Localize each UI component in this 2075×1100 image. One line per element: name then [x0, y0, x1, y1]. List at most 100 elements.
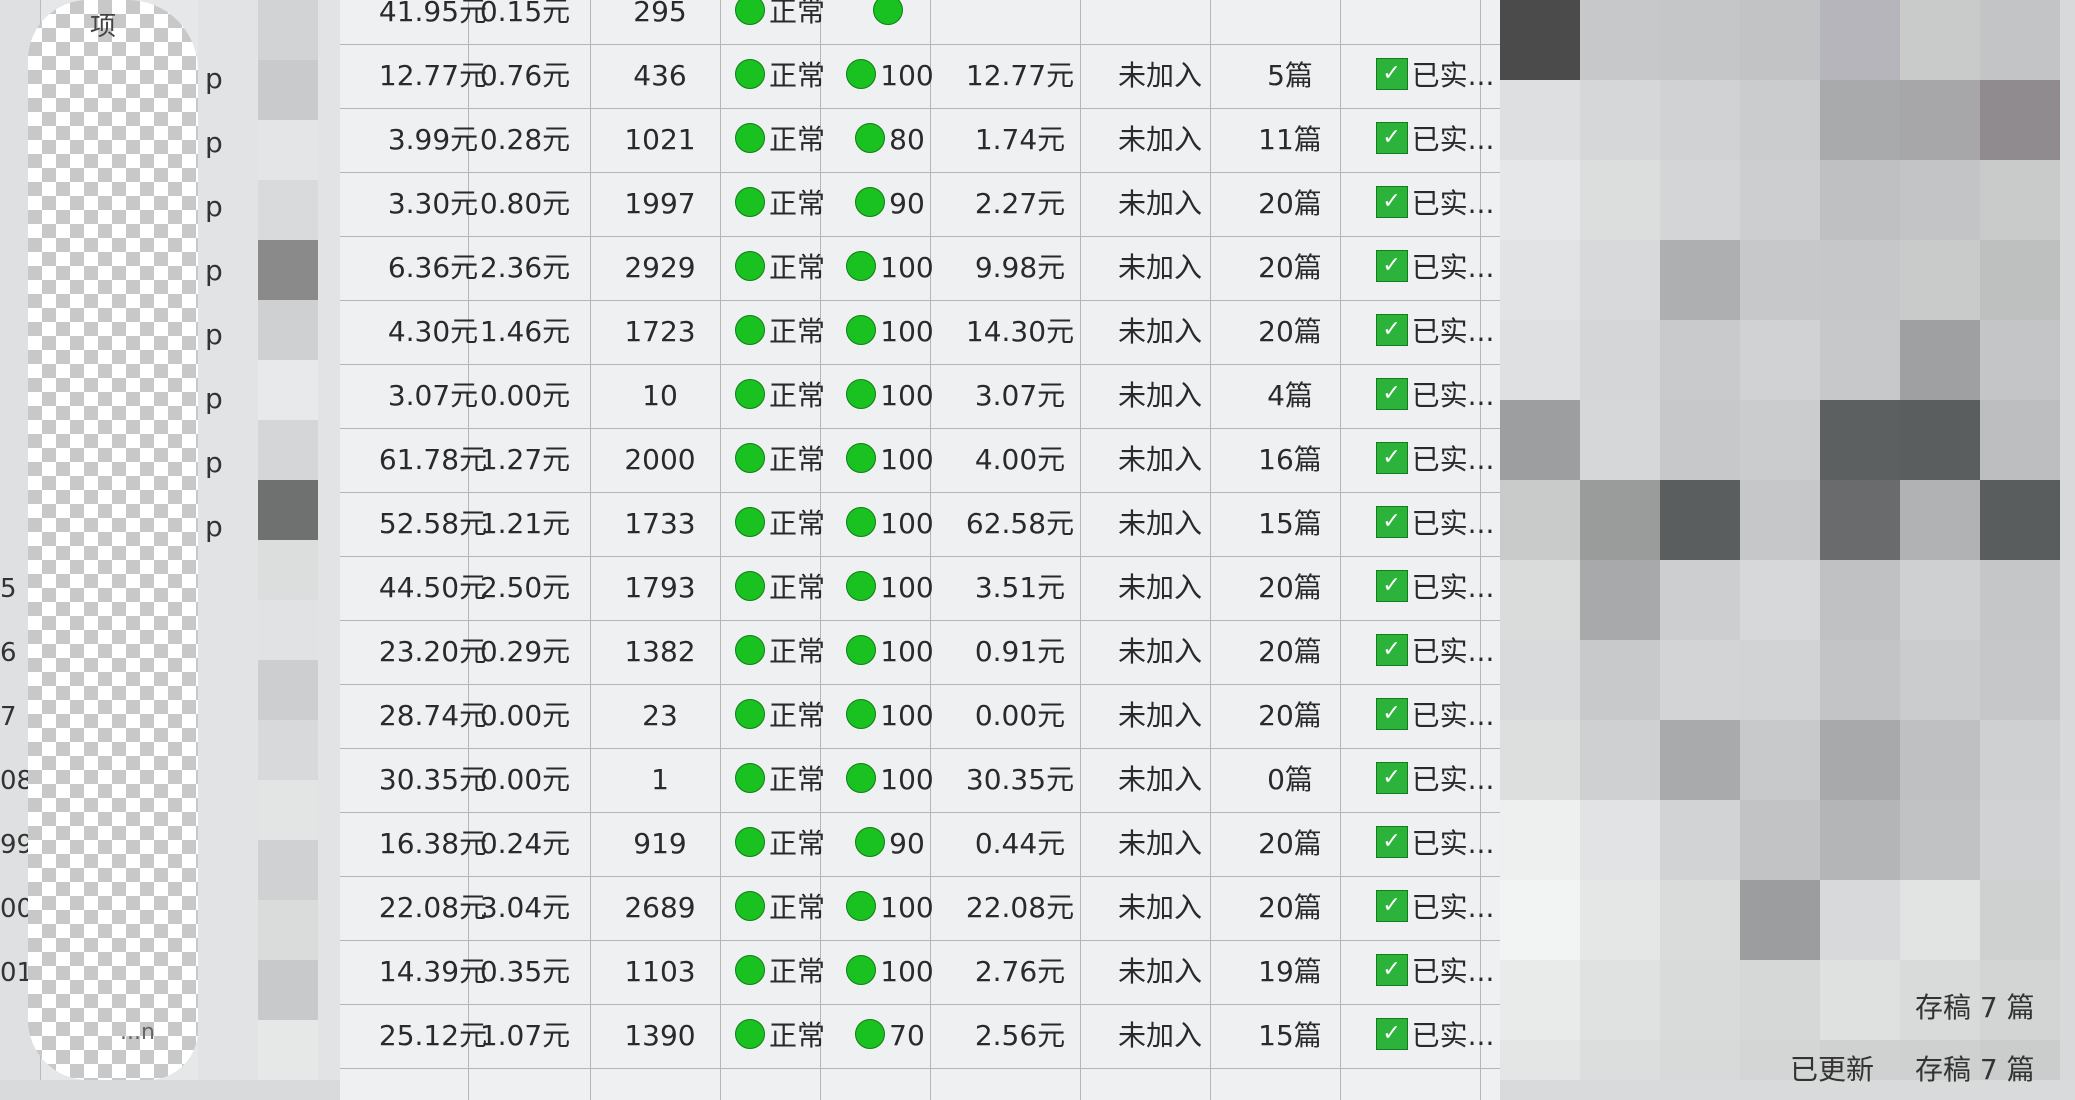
table-row[interactable]: 3.30元 0.80元 1997 正常 90 2.27元 未加入 20篇 ✓ 已实...: [340, 172, 1500, 237]
cell-c7: 5篇: [1267, 59, 1313, 92]
table-row[interactable]: 30.35元 0.00元 1 正常 100 30.35元 未加入 0篇 ✓ 已实...: [340, 748, 1500, 813]
checkbox-checked-icon[interactable]: ✓: [1375, 570, 1408, 602]
mosaic-block: [1580, 480, 1660, 560]
cell-c2: 0.35元: [479, 955, 571, 988]
table-row[interactable]: 41.95元 0.15元 295 正常: [340, 0, 1500, 45]
score-cell: 100: [830, 748, 950, 812]
cell-c3: 2929: [624, 251, 696, 284]
status-dot-icon: [734, 827, 765, 857]
checkbox-checked-icon[interactable]: ✓: [1375, 122, 1408, 154]
score-value: 100: [880, 635, 934, 668]
mosaic-block: [1500, 720, 1580, 800]
score-cell: 100: [830, 556, 950, 620]
mosaic-block: [1740, 160, 1820, 240]
table-row[interactable]: 6.36元 2.36元 2929 正常 100 9.98元 未加入 20篇 ✓ 已实...: [340, 236, 1500, 301]
verified-checkbox[interactable]: ✓ 已实...: [1370, 236, 1500, 300]
mosaic-block: [1580, 640, 1660, 720]
verified-checkbox[interactable]: ✓ 已实...: [1370, 44, 1500, 108]
checkbox-label: 已实...: [1411, 443, 1495, 476]
updated-label: 已更新: [1790, 1053, 1875, 1086]
checkbox-checked-icon[interactable]: ✓: [1375, 698, 1408, 730]
status-dot-icon: [734, 571, 765, 601]
checkbox-label: 已实...: [1411, 635, 1495, 668]
checkbox-checked-icon[interactable]: ✓: [1375, 954, 1408, 986]
checkbox-checked-icon[interactable]: ✓: [1375, 378, 1408, 410]
verified-checkbox[interactable]: ✓ 已实...: [1370, 428, 1500, 492]
cell-c5: 9.98元: [974, 251, 1066, 284]
verified-checkbox[interactable]: ✓ 已实...: [1370, 684, 1500, 748]
score-dot-icon: [846, 571, 877, 601]
data-table: 41.95元 0.15元 295 正常 12.77元 0.76元 436 正常 100 12.77…: [340, 0, 1500, 1100]
table-row[interactable]: 61.78元 1.27元 2000 正常 100 4.00元 未加入 16篇 ✓ 已实...: [340, 428, 1500, 493]
table-row[interactable]: 23.20元 0.29元 1382 正常 100 0.91元 未加入 20篇 ✓ 已实...: [340, 620, 1500, 685]
mosaic-block: [1980, 0, 2060, 80]
verified-checkbox[interactable]: [1370, 0, 1500, 44]
cell-c2: 0.00元: [479, 763, 571, 796]
checkbox-label: 已实...: [1411, 571, 1495, 604]
verified-checkbox[interactable]: ✓ 已实...: [1370, 620, 1500, 684]
mosaic-block: [1740, 880, 1820, 960]
cell-c5: 4.00元: [974, 443, 1066, 476]
mosaic-block: [258, 0, 318, 60]
checkbox-checked-icon[interactable]: ✓: [1375, 442, 1408, 474]
left-column-fragment: p: [205, 510, 223, 543]
table-row[interactable]: 22.08元 3.04元 2689 正常 100 22.08元 未加入 20篇 ✓ 已实...: [340, 876, 1500, 941]
cell-c6: 未加入: [1117, 187, 1202, 220]
table-row[interactable]: 12.77元 0.76元 436 正常 100 12.77元 未加入 5篇 ✓ 已实...: [340, 44, 1500, 109]
table-row[interactable]: 3.07元 0.00元 10 正常 100 3.07元 未加入 4篇 ✓ 已实...: [340, 364, 1500, 429]
left-column-fragment: p: [205, 382, 223, 415]
mosaic-block: [258, 480, 318, 540]
checkbox-checked-icon[interactable]: ✓: [1375, 314, 1408, 346]
verified-checkbox[interactable]: ✓ 已实...: [1370, 876, 1500, 940]
verified-checkbox[interactable]: ✓ 已实...: [1370, 556, 1500, 620]
score-cell: 100: [830, 364, 950, 428]
status-label: 正常: [768, 123, 825, 156]
cell-c6: 未加入: [1117, 955, 1202, 988]
checkbox-label: 已实...: [1411, 955, 1495, 988]
checkbox-checked-icon[interactable]: ✓: [1375, 634, 1408, 666]
table-row[interactable]: 16.38元 0.24元 919 正常 90 0.44元 未加入 20篇 ✓ 已实...: [340, 812, 1500, 877]
mosaic-block: [1980, 320, 2060, 400]
cell-c2: 3.04元: [479, 891, 571, 924]
table-row[interactable]: 44.50元 2.50元 1793 正常 100 3.51元 未加入 20篇 ✓ 已实...: [340, 556, 1500, 621]
cell-c3: 919: [633, 827, 687, 860]
status-cell: 正常: [720, 748, 840, 812]
mosaic-block: [1580, 80, 1660, 160]
mosaic-block: [1980, 80, 2060, 160]
score-dot-icon: [846, 955, 877, 985]
verified-checkbox[interactable]: ✓ 已实...: [1370, 940, 1500, 1004]
checkbox-checked-icon[interactable]: ✓: [1375, 1018, 1408, 1050]
score-value: 100: [880, 379, 934, 412]
checkbox-checked-icon[interactable]: ✓: [1375, 58, 1408, 90]
table-row[interactable]: 52.58元 1.21元 1733 正常 100 62.58元 未加入 15篇 ✓ 已实...: [340, 492, 1500, 557]
checkbox-checked-icon[interactable]: ✓: [1375, 890, 1408, 922]
score-dot-icon: [855, 827, 886, 857]
status-label: 正常: [768, 827, 825, 860]
verified-checkbox[interactable]: ✓ 已实...: [1370, 108, 1500, 172]
checkbox-checked-icon[interactable]: ✓: [1375, 186, 1408, 218]
table-row[interactable]: 28.74元 0.00元 23 正常 100 0.00元 未加入 20篇 ✓ 已实...: [340, 684, 1500, 749]
verified-checkbox[interactable]: ✓ 已实...: [1370, 1004, 1500, 1068]
verified-checkbox[interactable]: ✓ 已实...: [1370, 748, 1500, 812]
verified-checkbox[interactable]: ✓ 已实...: [1370, 172, 1500, 236]
left-column-fragment: p: [205, 126, 223, 159]
checkbox-checked-icon[interactable]: ✓: [1375, 506, 1408, 538]
mosaic-block: [1900, 400, 1980, 480]
checkbox-checked-icon[interactable]: ✓: [1375, 826, 1408, 858]
table-row[interactable]: 4.30元 1.46元 1723 正常 100 14.30元 未加入 20篇 ✓ 已实...: [340, 300, 1500, 365]
cell-c2: 0.28元: [479, 123, 571, 156]
status-dot-icon: [734, 251, 765, 281]
score-value: 100: [880, 443, 934, 476]
score-dot-icon: [846, 59, 877, 89]
table-row[interactable]: 14.39元 0.35元 1103 正常 100 2.76元 未加入 19篇 ✓ 已实...: [340, 940, 1500, 1005]
verified-checkbox[interactable]: ✓ 已实...: [1370, 300, 1500, 364]
verified-checkbox[interactable]: ✓ 已实...: [1370, 364, 1500, 428]
table-row[interactable]: 25.12元 1.07元 1390 正常 70 2.56元 未加入 15篇 ✓ 已实...: [340, 1004, 1500, 1069]
cell-c7: [1235, 0, 1345, 44]
verified-checkbox[interactable]: ✓ 已实...: [1370, 492, 1500, 556]
table-row[interactable]: 3.99元 0.28元 1021 正常 80 1.74元 未加入 11篇 ✓ 已实...: [340, 108, 1500, 173]
checkbox-checked-icon[interactable]: ✓: [1375, 250, 1408, 282]
mosaic-block: [1900, 800, 1980, 880]
verified-checkbox[interactable]: ✓ 已实...: [1370, 812, 1500, 876]
checkbox-checked-icon[interactable]: ✓: [1375, 762, 1408, 794]
